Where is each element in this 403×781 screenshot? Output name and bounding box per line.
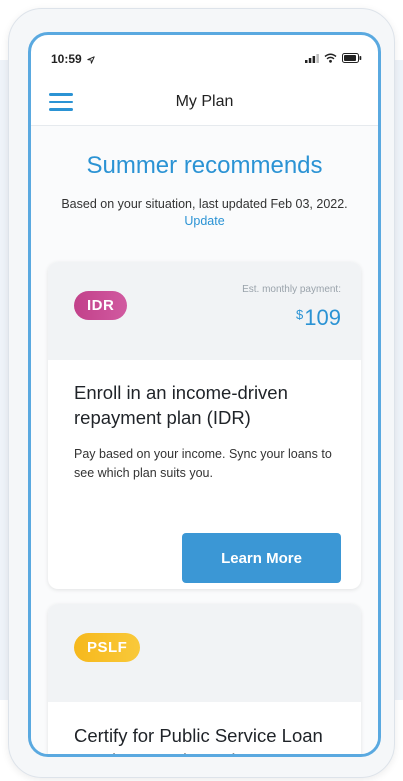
recommendations-heading: Summer recommends — [86, 152, 323, 179]
card-header: IDR Est. monthly payment: $109 — [48, 262, 361, 360]
currency-symbol: $ — [296, 307, 304, 322]
phone-screen: 10:59 My Plan Summer recommends Based on… — [28, 32, 381, 757]
location-arrow-icon — [87, 56, 95, 64]
subtitle-text: Based on your situation, last updated Fe… — [61, 197, 348, 211]
card-title: Certify for Public Service Loan Forgiven… — [74, 725, 323, 754]
card-header: PSLF — [48, 604, 361, 702]
page: 10:59 My Plan Summer recommends Based on… — [0, 0, 403, 781]
pslf-badge: PSLF — [74, 633, 141, 662]
cellular-signal-icon — [305, 54, 319, 63]
status-icons — [305, 53, 362, 63]
status-time: 10:59 — [51, 52, 95, 66]
learn-more-button[interactable]: Learn More — [182, 533, 341, 583]
status-bar: 10:59 — [31, 35, 378, 81]
update-link[interactable]: Update — [184, 214, 224, 228]
card-title: Enroll in an income-driven repayment pla… — [74, 382, 288, 428]
status-time-text: 10:59 — [51, 52, 82, 66]
amount-value: 109 — [304, 305, 341, 330]
main-content: Summer recommends Based on your situatio… — [31, 126, 378, 754]
pslf-card[interactable]: PSLF Certify for Public Service Loan For… — [48, 604, 361, 754]
page-title: My Plan — [175, 93, 234, 110]
recommendations-subtitle: Based on your situation, last updated Fe… — [51, 196, 358, 230]
card-description: Pay based on your income. Sync your loan… — [74, 447, 332, 480]
battery-icon — [342, 53, 362, 63]
idr-card[interactable]: IDR Est. monthly payment: $109 Enroll in… — [48, 262, 361, 589]
idr-badge: IDR — [74, 291, 128, 320]
nav-bar: My Plan — [31, 81, 378, 126]
est-payment-label: Est. monthly payment: — [242, 284, 341, 295]
est-payment-amount: $109 — [296, 305, 341, 331]
wifi-icon — [324, 53, 337, 63]
